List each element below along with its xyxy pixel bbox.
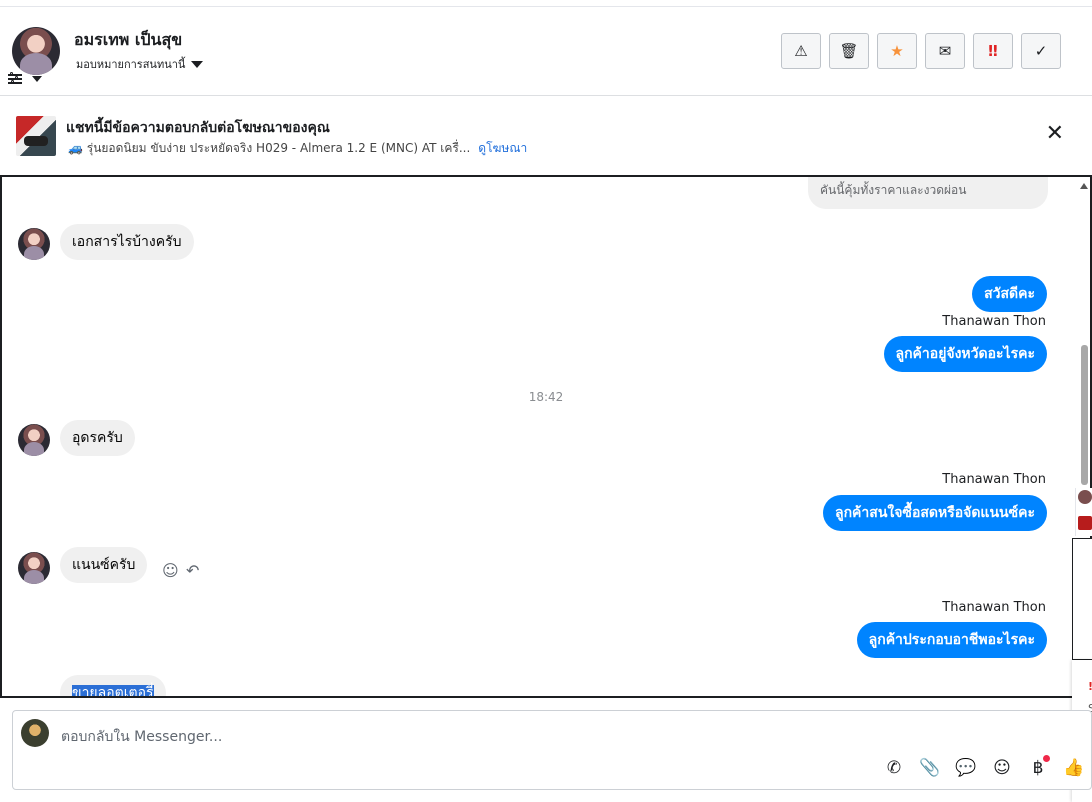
sliders-icon [8,72,22,85]
message-composer: ตอบกลับใน Messenger... ✆ 📎 💬 ☺ ฿ 👍 [12,710,1092,790]
contact-avatar-small [18,552,50,584]
reply-input[interactable]: ตอบกลับใน Messenger... [61,726,222,748]
assign-label: มอบหมายการสนทนานี้ [76,58,186,71]
ad-thumbnail[interactable] [16,116,56,156]
thumbs-up-icon: 👍 [1063,758,1085,778]
timestamp: 18:42 [528,390,564,404]
scroll-up-arrow-icon[interactable] [1080,183,1088,189]
double-exclamation-icon: ‼ [988,42,998,60]
ad-reply-banner: แชทนี้มีข้อความตอบกลับต่อโฆษณาของคุณ 🚙 ร… [0,96,1092,175]
like-button[interactable]: 👍 [1063,757,1085,779]
page-avatar [21,719,49,747]
ad-banner-subtitle: 🚙 รุ่นยอดนิยม ขับง่าย ประหยัดจริง H029 -… [68,139,527,158]
outgoing-message[interactable]: ลูกค้าอยู่จังหวัดอะไรคะ [883,336,1047,372]
sender-name: Thanawan Thon [942,314,1046,329]
message-thread[interactable]: คันนี้คุ้มทั้งราคาและงวดผ่อน เอกสารไรบ้า… [0,175,1092,698]
payment-button[interactable]: ฿ [1027,755,1050,779]
side-panel-fragment [1075,488,1092,536]
trash-icon: 🗑 [839,42,859,60]
delete-button[interactable]: 🗑 [829,33,869,69]
assign-conversation-dropdown[interactable]: มอบหมายการสนทนานี้ [76,55,204,73]
scrollbar-thumb[interactable] [1081,345,1088,485]
ad-text: 🚙 รุ่นยอดนิยม ขับง่าย ประหยัดจริง H029 -… [68,141,471,155]
popup-badge: ! [1088,676,1092,698]
open-envelope-icon: ✉ [938,42,952,60]
emoji-button[interactable]: ☺ [991,757,1013,779]
reply-icon[interactable]: ↶ [186,561,199,580]
outgoing-message[interactable]: ลูกค้าประกอบอาชีพอะไรคะ [856,622,1047,658]
saved-replies-button[interactable]: 💬 [955,757,977,779]
incoming-message[interactable]: แนนซ์ครับ [60,547,148,583]
chevron-down-icon [191,60,204,68]
outgoing-message[interactable]: สวัสดีคะ [972,276,1047,312]
header-action-buttons: ⚠ 🗑 ★ ✉ ‼ ✓ [781,33,1061,69]
call-button[interactable]: ✆ [883,757,905,779]
incoming-message[interactable]: ขายลอตเตอรี่ [60,675,166,696]
chat-bubble-icon: 💬 [955,758,977,778]
sender-name: Thanawan Thon [942,600,1046,615]
contact-avatar-small [18,424,50,456]
chevron-down-icon [32,76,42,82]
incoming-message[interactable]: อุดรครับ [60,420,135,456]
contact-avatar[interactable] [12,27,60,75]
close-icon[interactable]: ✕ [1046,123,1064,145]
ad-banner-title: แชทนี้มีข้อความตอบกลับต่อโฆษณาของคุณ [66,120,330,136]
check-icon: ✓ [1034,42,1048,60]
report-spam-button[interactable]: ⚠ [781,33,821,69]
contact-avatar-small [18,228,50,260]
paperclip-icon: 📎 [919,758,941,778]
mark-done-button[interactable]: ✓ [1021,33,1061,69]
sender-name: Thanawan Thon [942,472,1046,487]
star-icon: ★ [890,42,904,60]
previous-message-fragment: คันนี้คุ้มทั้งราคาและงวดผ่อน [808,177,1048,209]
mark-unread-button[interactable]: ✉ [925,33,965,69]
outgoing-message[interactable]: ลูกค้าสนใจซื้อสดหรือจัดแนนซ์คะ [823,495,1047,531]
selected-text: ขายลอตเตอรี่ [72,685,154,696]
conversation-header: อมรเทพ เป็นสุข มอบหมายการสนทนานี้ ⚠ 🗑 ★ ✉ ‼ ✓ [0,7,1092,96]
filter-menu[interactable] [8,72,42,85]
phone-plus-icon: ✆ [886,758,902,778]
notification-dot [1043,755,1050,762]
baht-icon: ฿ [1032,758,1044,778]
emoji-icon: ☺ [993,758,1011,778]
incoming-message[interactable]: เอกสารไรบ้างครับ [60,224,194,260]
warning-icon: ⚠ [794,42,808,60]
side-panel-box-fragment [1072,538,1092,660]
react-emoji-icon[interactable]: ☺ [162,561,179,580]
attach-button[interactable]: 📎 [919,757,941,779]
contact-name[interactable]: อมรเทพ เป็นสุข [74,28,182,53]
star-button[interactable]: ★ [877,33,917,69]
view-ad-link[interactable]: ดูโฆษณา [478,139,527,158]
mark-important-button[interactable]: ‼ [973,33,1013,69]
composer-toolbar: ✆ 📎 💬 ☺ ฿ 👍 [883,755,1085,779]
